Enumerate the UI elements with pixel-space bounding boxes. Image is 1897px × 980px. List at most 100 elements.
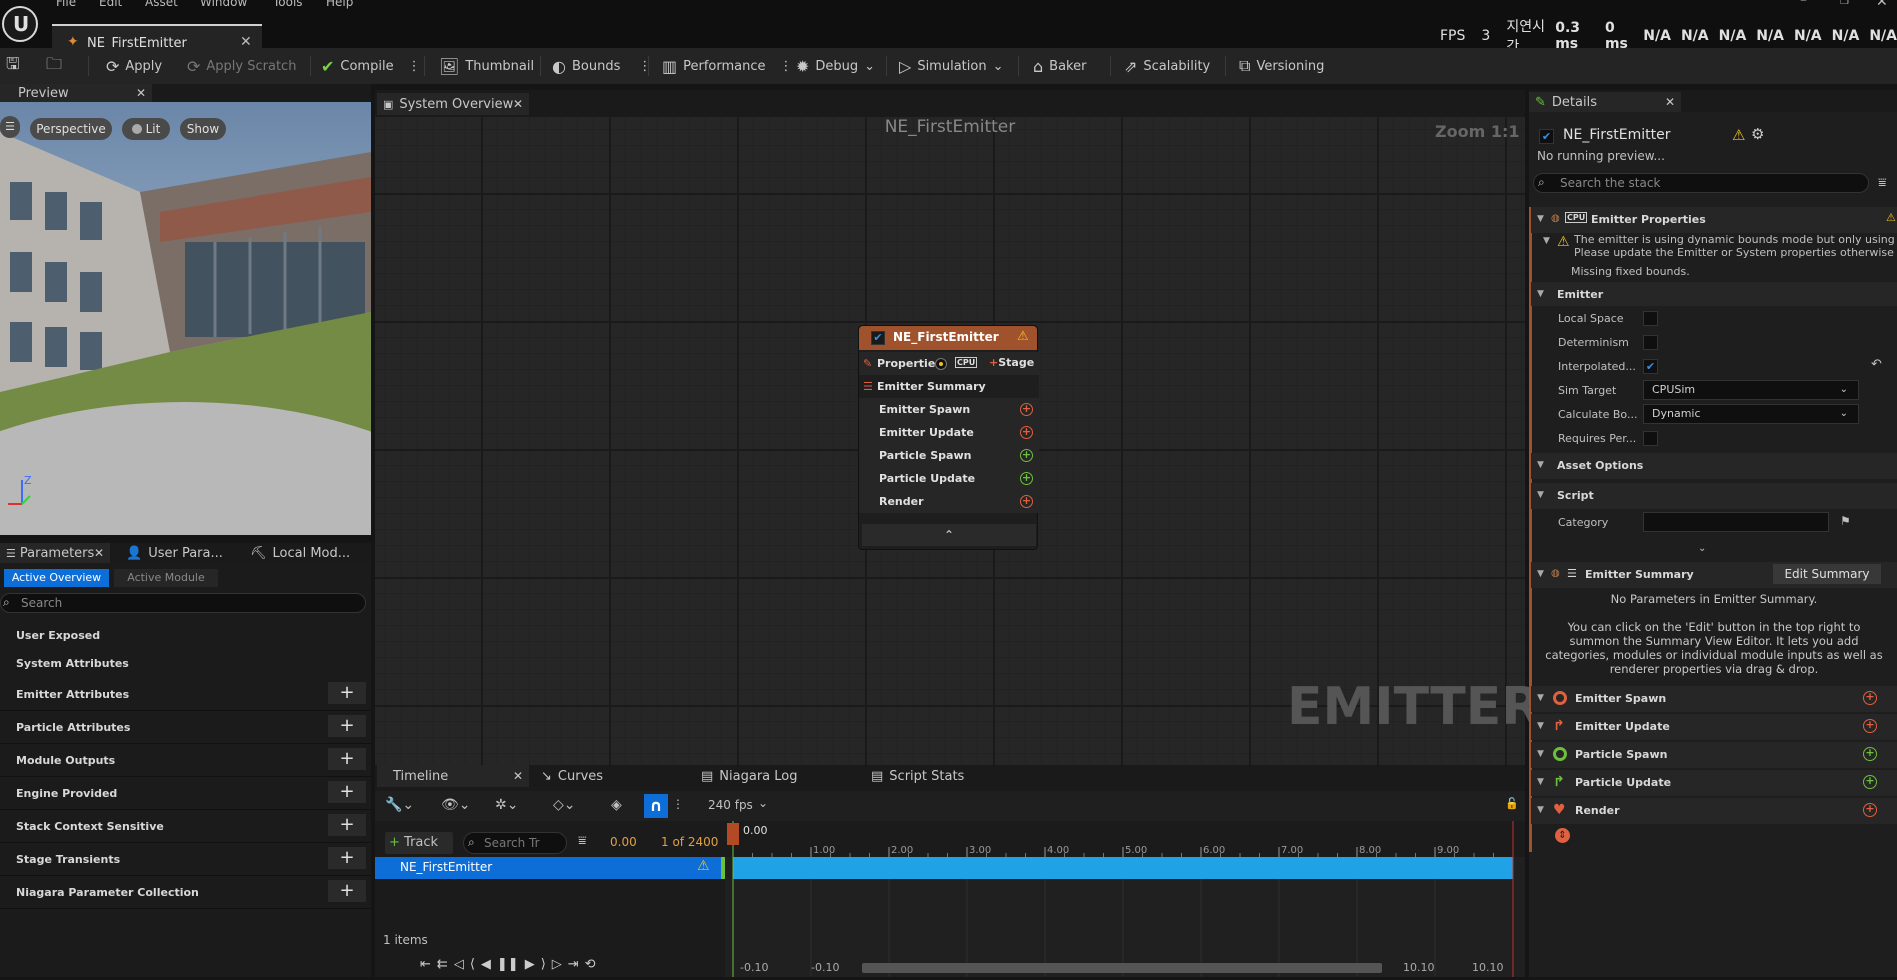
compile-options-icon[interactable]: ⋮ (408, 59, 421, 74)
step-back-icon[interactable]: ◁ (454, 957, 464, 975)
tab-curves[interactable]: ↘ Curves (535, 765, 685, 787)
scalability-button[interactable]: ⇗ Scalability (1124, 48, 1210, 84)
param-row-stage-transients[interactable]: Stage Transients + (0, 843, 371, 876)
script-section[interactable]: ▼ Script (1531, 483, 1897, 509)
filter-icon[interactable]: ⩸ (1878, 175, 1887, 191)
play-reverse-icon[interactable]: ◀ (481, 957, 491, 975)
add-module-icon[interactable]: + (1863, 747, 1877, 761)
close-details-icon[interactable]: ✕ (1665, 95, 1675, 109)
track-search-input[interactable]: ⌕ Search Tr (463, 832, 567, 854)
node-summary-row[interactable]: ☰ Emitter Summary (859, 375, 1039, 398)
pause-icon[interactable]: ❚❚ (497, 957, 519, 975)
viewport-options-button[interactable]: ☰ (0, 116, 20, 138)
add-emitter-attribute-button[interactable]: + (328, 682, 366, 704)
node-stage-row[interactable]: Render + (859, 490, 1039, 513)
determinism-checkbox[interactable] (1643, 335, 1658, 350)
tab-script-stats[interactable]: ▤ Script Stats (865, 765, 1015, 787)
tab-preview[interactable]: Preview ✕ (0, 84, 152, 102)
view-options-icon[interactable]: 👁⌄ (441, 797, 471, 813)
menu-edit[interactable]: Edit (99, 0, 122, 9)
tab-niagara-log[interactable]: ▤ Niagara Log (695, 765, 845, 787)
node-properties-row[interactable]: ✎ Properties CPU +Stage (859, 352, 1039, 375)
save-button[interactable]: 🖫 (6, 48, 20, 84)
snap-more-icon[interactable]: ⋮ (672, 797, 684, 811)
play-icon[interactable]: ▶ (525, 957, 535, 975)
expand-advanced-icon[interactable]: ⌄ (1698, 543, 1706, 554)
menu-asset[interactable]: Asset (145, 0, 178, 9)
debug-button[interactable]: ✹ Debug ⌄ (796, 48, 875, 84)
timeline-scrollbar[interactable] (862, 963, 1382, 973)
preview-viewport[interactable]: Z ☰ Perspective Lit Show (0, 102, 371, 535)
requires-persistent-checkbox[interactable] (1643, 431, 1658, 446)
auto-key-icon[interactable]: ◈ (611, 797, 622, 813)
node-stage-row[interactable]: Particle Update + (859, 467, 1039, 490)
step-forward-icon[interactable]: ▷ (552, 957, 562, 975)
to-start-icon[interactable]: ⇤ (420, 957, 431, 975)
thumbnail-button[interactable]: 🖼 Thumbnail (439, 48, 534, 84)
flag-icon[interactable]: ⚑ (1840, 514, 1851, 528)
add-renderer-icon[interactable]: + (1020, 495, 1033, 508)
local-space-checkbox[interactable] (1643, 311, 1658, 326)
parameters-search-input[interactable]: ⌕ Search (0, 593, 366, 613)
menu-help[interactable]: Help (326, 0, 353, 9)
add-module-icon[interactable]: + (1020, 449, 1033, 462)
add-stage-transient-button[interactable]: + (328, 847, 366, 869)
emitter-enable-checkbox[interactable]: ✔ (1539, 129, 1554, 144)
stage-render[interactable]: ▼ ♥ Render + (1531, 798, 1897, 824)
simulation-button[interactable]: ▷ Simulation ⌄ (899, 48, 1003, 84)
stage-emitter-spawn[interactable]: ▼ Emitter Spawn + (1531, 686, 1897, 712)
lit-button[interactable]: Lit (122, 118, 170, 140)
bounds-button[interactable]: ◐ Bounds ⋮ (552, 48, 651, 84)
asset-options-section[interactable]: ▼ Asset Options (1531, 453, 1897, 479)
active-module-button[interactable]: Active Module (114, 569, 218, 587)
node-stage-row[interactable]: Particle Spawn + (859, 444, 1039, 467)
emitter-properties-section[interactable]: ▼ ◍ CPU Emitter Properties ⚠ (1531, 207, 1897, 233)
fps-selector[interactable]: 240 fps (708, 798, 753, 812)
param-row-particle-attributes[interactable]: Particle Attributes + (0, 711, 371, 744)
add-engine-provided-button[interactable]: + (328, 781, 366, 803)
minimize-icon[interactable]: – (1800, 0, 1807, 8)
node-stage-row[interactable]: Emitter Spawn + (859, 398, 1039, 421)
performance-options-icon[interactable]: ⋮ (780, 59, 793, 74)
tab-system-overview[interactable]: ▣ System Overview ✕ (377, 93, 529, 115)
performance-button[interactable]: ▥ Performance ⋮ (662, 48, 793, 84)
gear-icon[interactable]: ⚙ (1751, 125, 1764, 143)
close-preview-icon[interactable]: ✕ (136, 86, 146, 100)
wrench-icon[interactable]: 🔧⌄ (385, 797, 414, 813)
versioning-button[interactable]: ⧉ Versioning (1239, 48, 1324, 84)
node-enable-checkbox[interactable]: ✔ (871, 331, 885, 345)
loop-icon[interactable]: ⟲ (585, 957, 596, 975)
add-module-icon[interactable]: + (1863, 691, 1877, 705)
add-module-icon[interactable]: + (1020, 472, 1033, 485)
node-stage-row[interactable]: Emitter Update + (859, 421, 1039, 444)
snap-magnet-icon[interactable]: ∩ (644, 794, 668, 818)
add-module-icon[interactable]: + (1863, 775, 1877, 789)
tab-parameters[interactable]: ☰ Parameters ✕ (0, 543, 110, 563)
add-stage-button[interactable]: +Stage (989, 356, 1034, 369)
current-time[interactable]: 0.00 (610, 835, 637, 849)
tab-timeline[interactable]: Timeline ✕ (377, 765, 529, 787)
menu-file[interactable]: File (56, 0, 76, 9)
compile-button[interactable]: ✔ Compile ⋮ (321, 48, 421, 84)
param-row-engine-provided[interactable]: Engine Provided + (0, 777, 371, 810)
menu-window[interactable]: Window (200, 0, 247, 9)
show-button[interactable]: Show (180, 118, 226, 140)
sim-target-select[interactable]: CPUSim ⌄ (1643, 380, 1859, 400)
emitter-summary-section[interactable]: ▼ ◍ ☰ Emitter Summary Edit Summary (1531, 562, 1897, 588)
calculate-bounds-select[interactable]: Dynamic ⌄ (1643, 404, 1859, 424)
add-module-output-button[interactable]: + (328, 748, 366, 770)
add-renderer-icon[interactable]: + (1863, 803, 1877, 817)
collapse-node-button[interactable]: ⌃ (862, 524, 1036, 546)
snap-options-icon[interactable]: ✲⌄ (495, 797, 518, 813)
emitter-section[interactable]: ▼ Emitter (1531, 282, 1897, 306)
stage-particle-spawn[interactable]: ▼ Particle Spawn + (1531, 742, 1897, 768)
param-row-emitter-attributes[interactable]: Emitter Attributes + (0, 678, 371, 711)
category-input[interactable] (1643, 512, 1829, 532)
browse-button[interactable]: 🗀 (46, 48, 62, 84)
param-row-module-outputs[interactable]: Module Outputs + (0, 744, 371, 777)
restore-icon[interactable]: ❐ (1840, 0, 1849, 7)
edit-summary-button[interactable]: Edit Summary (1773, 564, 1881, 584)
close-window-icon[interactable]: ✕ (1876, 0, 1888, 10)
close-system-overview-icon[interactable]: ✕ (513, 97, 523, 111)
param-row-niagara-parameter-collection[interactable]: Niagara Parameter Collection + (0, 876, 371, 909)
